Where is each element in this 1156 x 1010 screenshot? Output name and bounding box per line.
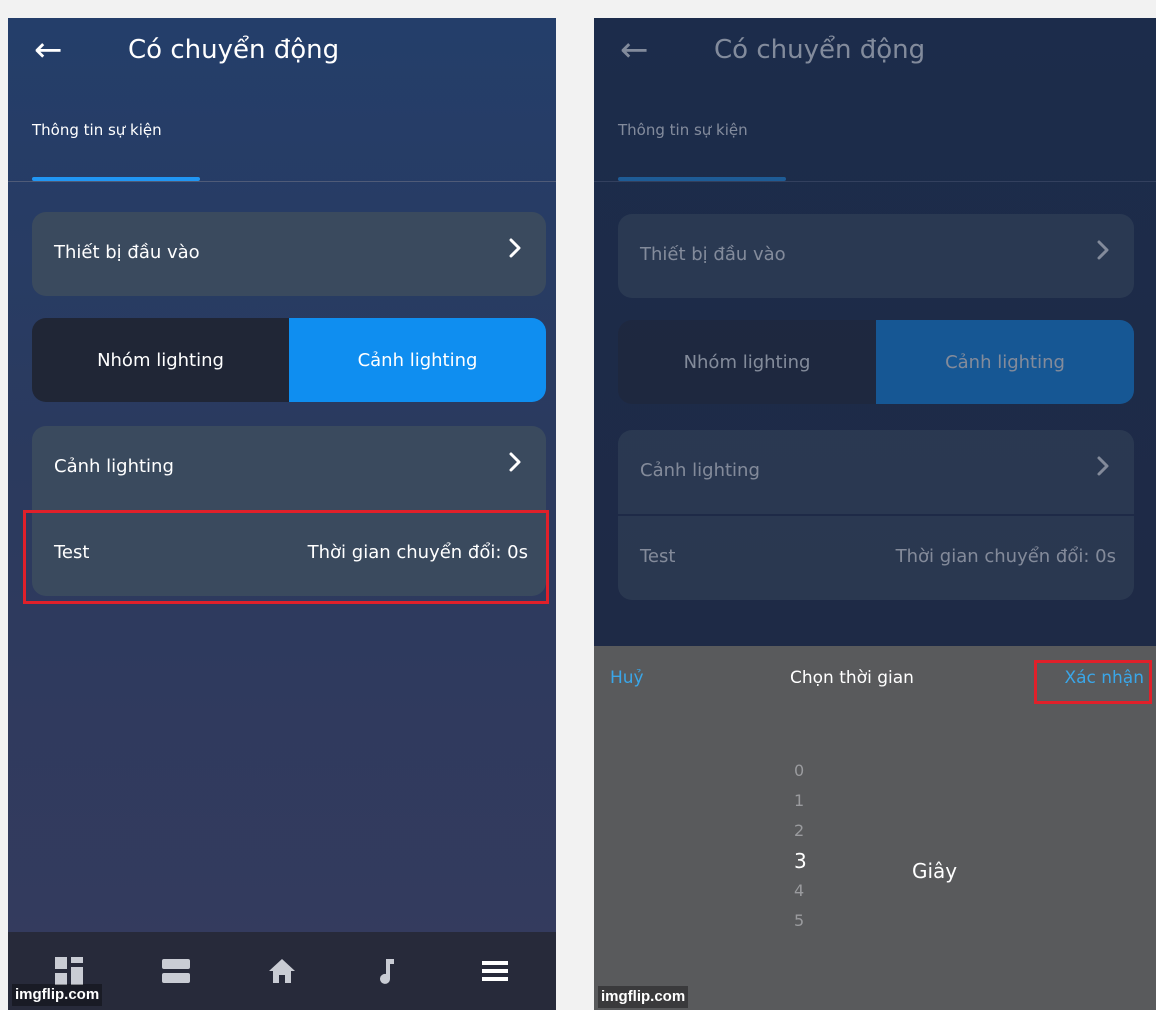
header: ← Có chuyển động [8,18,556,88]
scene-label: Cảnh lighting [54,456,174,477]
picker-option[interactable]: 2 [794,816,834,846]
tab-divider [594,181,1156,182]
picker-option[interactable]: 1 [794,786,834,816]
input-device-row[interactable]: Thiết bị đầu vào [618,214,1134,298]
highlight-box [1034,660,1152,704]
screen-time-picker: ← Có chuyển động Thông tin sự kiện Thiết… [594,18,1156,1010]
scene-row[interactable]: Cảnh lighting [618,430,1134,514]
picker-option[interactable]: 5 [794,906,834,936]
arrow-left-icon[interactable]: ← [620,28,649,72]
input-device-label: Thiết bị đầu vào [54,242,200,263]
arrow-left-icon[interactable]: ← [34,28,63,72]
menu-icon[interactable] [475,951,515,991]
test-row[interactable]: Test Thời gian chuyển đổi: 0s [618,516,1134,600]
segment-lighting-group[interactable]: Nhóm lighting [32,318,289,402]
scene-label: Cảnh lighting [640,460,760,481]
input-device-label: Thiết bị đầu vào [640,244,786,265]
chevron-right-icon [1096,454,1110,484]
watermark: imgflip.com [12,984,103,1006]
segment-lighting-scene[interactable]: Cảnh lighting [289,318,546,402]
transition-time-value: Thời gian chuyển đổi: 0s [895,546,1116,567]
lighting-segment-control: Nhóm lighting Cảnh lighting [618,320,1134,404]
rows-icon[interactable] [156,951,196,991]
header: ← Có chuyển động [594,18,1156,88]
screen-event-info: ← Có chuyển động Thông tin sự kiện Thiết… [8,18,556,1010]
picker-unit-label: Giây [912,859,958,883]
watermark: imgflip.com [598,986,689,1008]
picker-option-selected[interactable]: 3 [794,846,834,876]
scene-row[interactable]: Cảnh lighting [32,426,546,510]
seconds-picker[interactable]: 0 1 2 3 4 5 [794,756,834,936]
music-note-icon[interactable] [368,951,408,991]
segment-lighting-scene[interactable]: Cảnh lighting [876,320,1134,404]
input-device-row[interactable]: Thiết bị đầu vào [32,212,546,296]
tab-divider [8,181,556,182]
cancel-button[interactable]: Huỷ [610,668,644,688]
picker-option[interactable]: 0 [794,756,834,786]
lighting-segment-control: Nhóm lighting Cảnh lighting [32,318,546,402]
segment-lighting-group[interactable]: Nhóm lighting [618,320,876,404]
picker-option[interactable]: 4 [794,876,834,906]
chevron-right-icon [508,450,522,480]
highlight-box [23,510,549,604]
tab-event-info[interactable]: Thông tin sự kiện [618,118,748,142]
chevron-right-icon [1096,238,1110,268]
test-label: Test [640,546,676,567]
picker-title: Chọn thời gian [790,668,914,688]
time-picker-sheet: Huỷ Chọn thời gian Xác nhận 0 1 2 3 4 5 … [594,646,1156,1010]
page-title: Có chuyển động [128,35,340,65]
tab-event-info[interactable]: Thông tin sự kiện [32,118,162,142]
home-icon[interactable] [262,951,302,991]
page-title: Có chuyển động [714,35,926,65]
chevron-right-icon [508,236,522,266]
